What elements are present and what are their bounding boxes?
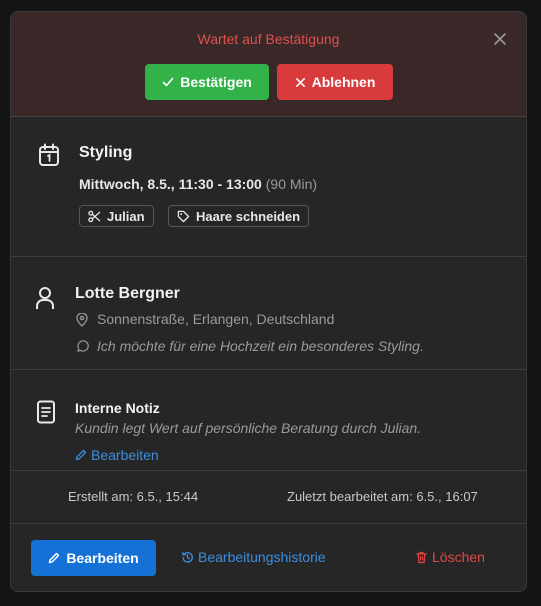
reject-button[interactable]: Ablehnen xyxy=(277,64,393,100)
customer-comment: Ich möchte für eine Hochzeit ein besonde… xyxy=(97,338,424,354)
note-edit-link[interactable]: Bearbeiten xyxy=(75,447,159,463)
service-title: Styling xyxy=(79,144,133,161)
close-button[interactable] xyxy=(492,31,508,47)
document-icon xyxy=(37,400,55,424)
delete-link[interactable]: Löschen xyxy=(416,549,485,565)
tag-icon xyxy=(177,210,190,222)
delete-label: Löschen xyxy=(432,549,485,565)
confirm-button[interactable]: Bestätigen xyxy=(145,64,269,100)
status-text: Wartet auf Bestätigung xyxy=(197,31,340,47)
note-title: Interne Notiz xyxy=(75,400,160,416)
reject-label: Ablehnen xyxy=(311,74,376,90)
note-edit-label: Bearbeiten xyxy=(91,447,159,463)
appointment-section: Styling Mittwoch, 8.5., 11:30 - 13:00 (9… xyxy=(11,117,526,257)
internal-note-section: Interne Notiz Kundin legt Wert auf persö… xyxy=(11,370,526,471)
scissors-icon xyxy=(88,210,101,222)
datetime-text: Mittwoch, 8.5., 11:30 - 13:00 xyxy=(79,176,262,192)
history-label: Bearbeitungshistorie xyxy=(198,549,326,565)
confirm-label: Bestätigen xyxy=(180,74,252,90)
note-text: Kundin legt Wert auf persönliche Beratun… xyxy=(75,420,422,436)
status-header: Wartet auf Bestätigung Bestätigen Ablehn… xyxy=(11,12,526,117)
close-icon xyxy=(494,33,506,45)
created-timestamp: Erstellt am: 6.5., 15:44 xyxy=(68,489,199,504)
history-link[interactable]: Bearbeitungshistorie xyxy=(181,549,326,565)
appointment-datetime: Mittwoch, 8.5., 11:30 - 13:00 (90 Min) xyxy=(79,176,317,192)
map-pin-icon xyxy=(76,313,88,327)
pencil-icon xyxy=(75,449,87,461)
appointment-modal: Wartet auf Bestätigung Bestätigen Ablehn… xyxy=(10,11,527,592)
staff-name: Julian xyxy=(107,208,145,224)
staff-tag: Julian xyxy=(79,205,154,227)
duration-text: (90 Min) xyxy=(265,176,318,192)
footer-actions: Bearbeiten Bearbeitungshistorie Löschen xyxy=(11,524,526,591)
updated-timestamp: Zuletzt bearbeitet am: 6.5., 16:07 xyxy=(287,489,478,504)
history-icon xyxy=(182,551,193,563)
edit-label: Bearbeiten xyxy=(66,550,139,566)
treatment-name: Haare schneiden xyxy=(196,208,301,224)
user-icon xyxy=(36,287,54,309)
comment-icon xyxy=(77,340,89,352)
meta-section: Erstellt am: 6.5., 15:44 Zuletzt bearbei… xyxy=(11,471,526,524)
treatment-tag: Haare schneiden xyxy=(168,205,310,227)
pencil-icon xyxy=(49,552,60,564)
trash-icon xyxy=(416,551,427,563)
customer-name: Lotte Bergner xyxy=(75,285,180,302)
customer-section: Lotte Bergner Sonnenstraße, Erlangen, De… xyxy=(11,257,526,370)
calendar-icon xyxy=(39,143,59,166)
edit-button[interactable]: Bearbeiten xyxy=(31,540,156,576)
check-icon xyxy=(162,77,174,87)
x-icon xyxy=(295,77,305,87)
customer-address: Sonnenstraße, Erlangen, Deutschland xyxy=(97,311,335,327)
